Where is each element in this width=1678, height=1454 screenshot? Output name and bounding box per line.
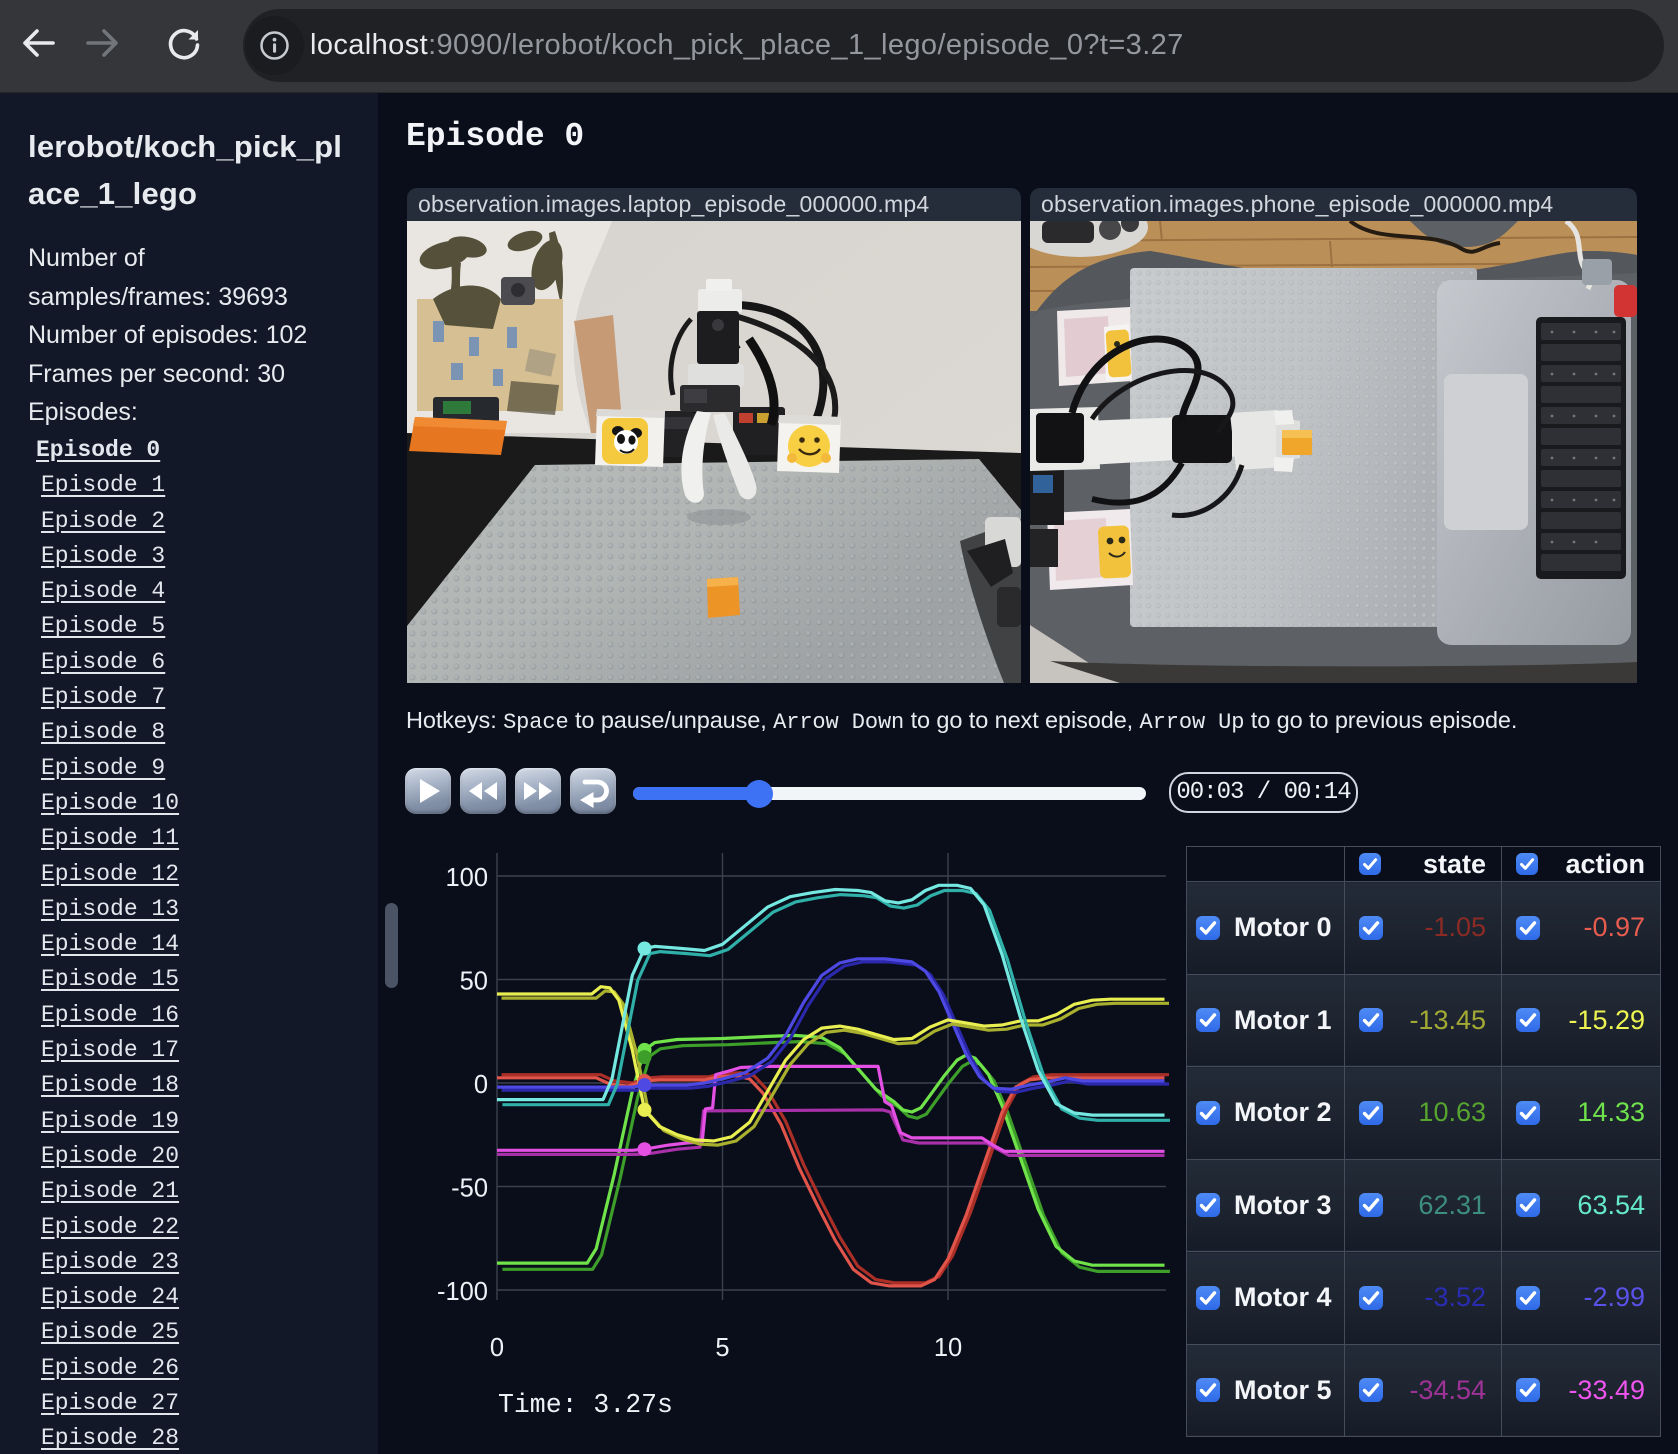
svg-text:-100: -100 — [437, 1278, 488, 1306]
svg-text:Time: 3.27s: Time: 3.27s — [498, 1390, 673, 1420]
svg-text:5: 5 — [715, 1334, 729, 1362]
svg-text:100: 100 — [445, 864, 488, 892]
svg-text:0: 0 — [490, 1334, 504, 1362]
svg-text:10: 10 — [934, 1334, 962, 1362]
svg-text:50: 50 — [460, 968, 488, 996]
svg-text:0: 0 — [474, 1071, 488, 1099]
svg-text:-50: -50 — [451, 1175, 488, 1203]
